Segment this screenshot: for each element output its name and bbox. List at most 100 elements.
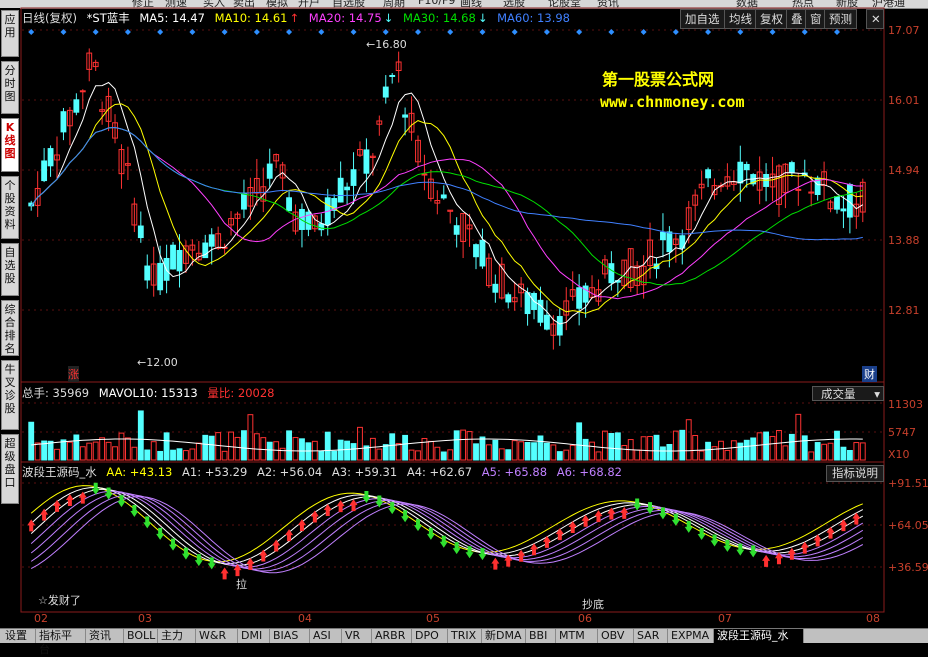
candle-body — [131, 203, 138, 226]
volume-bar — [137, 410, 144, 461]
left-tab[interactable]: 综合排名 — [1, 300, 19, 356]
left-tab[interactable]: 自选股 — [1, 243, 19, 296]
candle-body — [170, 244, 176, 270]
down-arrow-signal — [413, 519, 422, 532]
volume-bar — [427, 440, 434, 461]
indicator-tab[interactable]: 指标平台 — [36, 629, 86, 656]
indicator-tab[interactable]: OBV — [598, 629, 634, 643]
down-arrow-signal — [104, 487, 113, 500]
top-menu-item[interactable]: 修正 — [132, 0, 154, 8]
candle-body — [550, 323, 557, 336]
signal-diamond — [543, 29, 550, 35]
signal-diamond — [576, 29, 583, 35]
left-tab[interactable]: 个股资料 — [1, 176, 19, 239]
top-menu-item[interactable]: 周期 — [383, 0, 405, 8]
indicator-tab[interactable]: EXPMA — [668, 629, 714, 643]
top-menu-item[interactable]: 选股 — [503, 0, 525, 8]
top-menu-item[interactable]: 资讯 — [597, 0, 619, 8]
candle-body — [492, 283, 499, 293]
left-tab[interactable]: 超级盘口 — [1, 434, 19, 504]
top-menu-item[interactable]: 画线 — [460, 0, 482, 8]
add-watchlist-button[interactable]: 加自选 — [680, 9, 725, 29]
volume-bar — [389, 433, 396, 461]
indicator-tab[interactable]: BIAS — [270, 629, 310, 643]
volume-indicator-select[interactable]: 成交量 ▾ — [812, 386, 884, 401]
candle-body — [505, 294, 512, 303]
top-menu-item[interactable]: 自选股 — [332, 0, 365, 8]
candle-body — [73, 99, 80, 113]
indicator-tab[interactable]: ASI — [310, 629, 342, 643]
volume-bar — [466, 431, 473, 461]
signal-diamond — [189, 29, 196, 35]
ma-button[interactable]: 均线 — [724, 9, 757, 29]
price-axis-tick: 14.94 — [888, 164, 920, 177]
volume-bar — [202, 434, 209, 461]
candle-body — [763, 173, 770, 187]
indicator-tab[interactable]: BOLL — [124, 629, 158, 643]
ma20-value: MA20: 14.75 — [308, 11, 382, 25]
chart-canvas[interactable]: 02 03 04 05 06 07 08 — [0, 0, 928, 642]
volume-bar — [602, 430, 608, 461]
candle-body — [485, 257, 492, 287]
indicator-tab[interactable]: 新DMA — [482, 629, 526, 643]
chart-mode[interactable]: 日线(复权) — [22, 11, 77, 25]
indicator-tab[interactable]: 设置 — [2, 629, 36, 643]
volume-bar — [563, 449, 570, 461]
top-menu-item[interactable]: 买入 — [203, 0, 225, 8]
top-menu-item[interactable]: F10/F9 — [418, 0, 455, 7]
adjust-button[interactable]: 复权 — [755, 9, 788, 29]
signal-diamond — [769, 29, 776, 35]
volume-bar — [576, 422, 583, 461]
top-menu-item[interactable]: 论股堂 — [548, 0, 581, 8]
indicator-tab[interactable]: BBI — [526, 629, 556, 643]
candle-body — [228, 218, 234, 226]
indicator-tab[interactable]: VR — [342, 629, 372, 643]
indicator-tab[interactable]: DPO — [412, 629, 448, 643]
band-line — [30, 486, 864, 565]
top-menu-item[interactable]: 开户 — [298, 0, 320, 8]
forecast-button[interactable]: 预测 — [824, 9, 857, 29]
up-arrow-signal — [78, 491, 87, 504]
indicator-name[interactable]: 波段王源码_水 — [22, 465, 97, 479]
left-tab[interactable]: 分时图 — [1, 61, 19, 114]
candle-body — [705, 169, 711, 179]
left-tab[interactable]: K线图 — [1, 118, 19, 172]
candle-body — [241, 192, 247, 210]
volume-bar — [60, 439, 67, 461]
top-menu-item[interactable]: 新股 — [836, 0, 858, 8]
volume-bar — [183, 450, 189, 461]
left-tab[interactable]: 应用 — [1, 10, 19, 57]
indicator-help-button[interactable]: 指标说明 — [826, 465, 884, 482]
volume-bar — [247, 414, 254, 461]
up-arrow-signal — [800, 541, 809, 554]
candle-body — [834, 196, 840, 210]
indicator-tab[interactable]: DMI — [238, 629, 270, 643]
indicator-tab[interactable]: TRIX — [448, 629, 482, 643]
volume-bar — [408, 449, 415, 461]
indicator-tab[interactable]: W&R — [196, 629, 238, 643]
indicator-tab[interactable]: ARBR — [372, 629, 412, 643]
up-arrow-signal — [53, 499, 62, 512]
up-arrow-signal — [27, 519, 36, 532]
up-arrow-signal — [285, 529, 294, 542]
top-menu-item[interactable]: 热点 — [792, 0, 814, 8]
volume-bar — [363, 445, 370, 461]
mavol-value: MAVOL10: 15313 — [98, 386, 198, 400]
volume-bar — [473, 443, 479, 461]
fa-label: ☆发财了 — [38, 594, 81, 607]
left-tab[interactable]: 牛叉诊股 — [1, 360, 19, 430]
indicator-tab[interactable]: SAR — [634, 629, 668, 643]
up-arrow-signal — [568, 520, 577, 533]
price-axis-tick: 17.07 — [888, 24, 920, 37]
ma5-line — [30, 81, 864, 325]
top-menu-item[interactable]: 卖出 — [233, 0, 255, 8]
indicator-tab[interactable]: 主力 — [158, 629, 196, 643]
indicator-tab[interactable]: 资讯 — [86, 629, 124, 643]
close-icon[interactable]: ✕ — [866, 9, 884, 29]
top-menu-item[interactable]: 模拟 — [266, 0, 288, 8]
indicator-tab[interactable]: 波段王源码_水 — [714, 629, 804, 643]
indicator-tab[interactable]: MTM — [556, 629, 598, 643]
up-arrow-signal — [826, 526, 835, 539]
top-menu-item[interactable]: 测速 — [165, 0, 187, 8]
top-menu-item[interactable]: 数据 — [736, 0, 758, 8]
